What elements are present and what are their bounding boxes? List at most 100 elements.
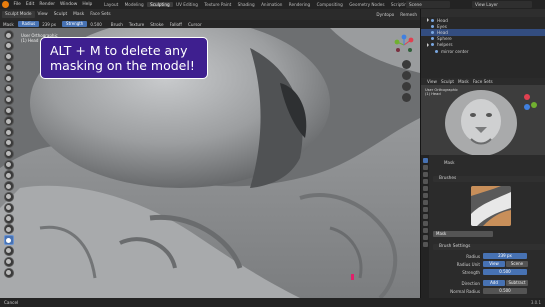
perspective-toggle-icon[interactable]	[402, 93, 411, 102]
workspace-tab-layout[interactable]: Layout	[101, 2, 122, 7]
blender-logo-icon[interactable]	[2, 1, 9, 8]
outliner-item-label: helpers	[437, 42, 453, 48]
cursor-dropdown[interactable]: Cursor	[185, 22, 205, 27]
blob-brush-icon[interactable]	[3, 105, 14, 116]
falloff-dropdown[interactable]: Falloff	[167, 22, 185, 27]
physics-tab-icon[interactable]	[422, 214, 428, 219]
scene-selector[interactable]: Scene	[406, 1, 450, 8]
clay-thumb-brush-icon[interactable]	[3, 73, 14, 84]
camera-view-icon[interactable]	[402, 82, 411, 91]
view-layer-selector[interactable]: View Layer	[472, 1, 532, 8]
move-icon[interactable]	[3, 267, 14, 278]
data-tab-icon[interactable]	[422, 228, 428, 233]
smooth-brush-icon[interactable]	[3, 127, 14, 138]
workspace-tab-texture-paint[interactable]: Texture Paint	[201, 2, 234, 7]
workspace-tab-uv-editing[interactable]: UV Editing	[173, 2, 201, 7]
preview-menu-sculpt[interactable]: Sculpt	[441, 79, 454, 84]
menu-render[interactable]: Render	[37, 2, 58, 7]
mode-selector[interactable]: Sculpt Mode	[2, 11, 35, 18]
preview-viewport[interactable]: User Orthographic (1) Head	[420, 85, 545, 155]
object-tab-icon[interactable]	[422, 200, 428, 205]
workspace-tab-modeling[interactable]: Modeling	[121, 2, 146, 7]
output-tab-icon[interactable]	[422, 172, 428, 177]
outliner-item[interactable]: mirror center	[421, 48, 545, 54]
modifier-tab-icon[interactable]	[422, 207, 428, 212]
scene-tab-icon[interactable]	[422, 186, 428, 191]
texture-tab-icon[interactable]	[422, 242, 428, 247]
header-menu-face-sets[interactable]: Face Sets	[87, 12, 113, 17]
grab-brush-icon[interactable]	[3, 191, 14, 202]
brush-dropdown[interactable]: Brush	[108, 22, 126, 27]
workspace-tab-compositing[interactable]: Compositing	[313, 2, 346, 7]
draw-sharp-brush-icon[interactable]	[3, 40, 14, 51]
header-menu-mask[interactable]: Mask	[70, 12, 87, 17]
menu-help[interactable]: Help	[80, 2, 95, 7]
flatten-brush-icon[interactable]	[3, 137, 14, 148]
inflate-brush-icon[interactable]	[3, 94, 14, 105]
menu-window[interactable]: Window	[58, 2, 80, 7]
preview-menu-view[interactable]: View	[427, 79, 437, 84]
layer-brush-icon[interactable]	[3, 83, 14, 94]
stroke-dropdown[interactable]: Stroke	[147, 22, 166, 27]
active-tool-label: Mask	[3, 21, 14, 27]
clay-strips-brush-icon[interactable]	[3, 62, 14, 73]
status-text: Cancel	[4, 300, 19, 305]
brushes-panel-header[interactable]: Brushes	[433, 176, 545, 182]
material-tab-icon[interactable]	[422, 235, 428, 240]
world-tab-icon[interactable]	[422, 193, 428, 198]
viewport-nav-buttons	[402, 60, 412, 102]
strength-value-field[interactable]: 0.500	[483, 269, 527, 275]
snake-hook-brush-icon[interactable]	[3, 213, 14, 224]
header-menu-view[interactable]: View	[35, 12, 51, 17]
expand-arrow-icon[interactable]	[427, 42, 429, 47]
workspace-tab-sculpting[interactable]: Sculpting	[146, 2, 173, 7]
remesh-dropdown[interactable]: Remesh	[397, 12, 420, 17]
menu-edit[interactable]: Edit	[23, 2, 37, 7]
box-mask-icon[interactable]	[3, 256, 14, 267]
direction-subtract-button[interactable]: Subtract	[506, 280, 528, 286]
dyntopo-dropdown[interactable]: Dyntopo	[373, 12, 397, 17]
tool-tab-icon[interactable]	[422, 158, 428, 163]
draw-face-sets-icon[interactable]	[3, 245, 14, 256]
fill-brush-icon[interactable]	[3, 148, 14, 159]
pan-hand-icon[interactable]	[402, 71, 411, 80]
multiplane-scrape-brush-icon[interactable]	[3, 170, 14, 181]
radius-field-value[interactable]: 239 px	[42, 22, 56, 27]
radius-unit-view-button[interactable]: View	[483, 261, 505, 267]
view-layer-tab-icon[interactable]	[422, 179, 428, 184]
preview-object-name: (1) Head	[425, 92, 441, 97]
scrape-brush-icon[interactable]	[3, 159, 14, 170]
strength-field-label[interactable]: Strength	[62, 21, 88, 27]
zoom-icon[interactable]	[402, 60, 411, 69]
texture-dropdown[interactable]: Texture	[126, 22, 147, 27]
brush-thumbnail[interactable]	[471, 186, 511, 226]
menu-file[interactable]: File	[11, 2, 23, 7]
draw-brush-icon[interactable]	[3, 30, 14, 40]
workspace-tab-geometry-nodes[interactable]: Geometry Nodes	[346, 2, 388, 7]
header-menu-sculpt[interactable]: Sculpt	[51, 12, 70, 17]
preview-menu-mask[interactable]: Mask	[458, 79, 469, 84]
clay-brush-icon[interactable]	[3, 51, 14, 62]
normal-radius-value-field[interactable]: 0.500	[483, 288, 527, 294]
mask-brush-icon[interactable]	[3, 235, 14, 246]
radius-unit-scene-button[interactable]: Scene	[506, 261, 528, 267]
workspace-tab-rendering[interactable]: Rendering	[286, 2, 314, 7]
workspace-tab-shading[interactable]: Shading	[234, 2, 257, 7]
render-tab-icon[interactable]	[422, 165, 428, 170]
navigation-gizmo-icon[interactable]	[393, 34, 415, 56]
constraints-tab-icon[interactable]	[422, 221, 428, 226]
brush-settings-panel-header[interactable]: Brush Settings	[433, 244, 545, 250]
crease-brush-icon[interactable]	[3, 116, 14, 127]
expand-arrow-icon[interactable]	[427, 18, 429, 23]
pinch-brush-icon[interactable]	[3, 181, 14, 192]
preview-menu-face-sets[interactable]: Face Sets	[473, 79, 493, 84]
direction-add-button[interactable]: Add	[483, 280, 505, 286]
thumb-brush-icon[interactable]	[3, 224, 14, 235]
brush-name-field[interactable]: Mask	[433, 231, 493, 237]
radius-value-field[interactable]: 239 px	[483, 253, 527, 259]
strength-field-value[interactable]: 0.500	[90, 22, 101, 27]
elastic-deform-brush-icon[interactable]	[3, 202, 14, 213]
workspace-tab-animation[interactable]: Animation	[258, 2, 286, 7]
status-bar: Cancel 3.0.1	[0, 298, 545, 307]
radius-field-label[interactable]: Radius	[17, 21, 40, 27]
